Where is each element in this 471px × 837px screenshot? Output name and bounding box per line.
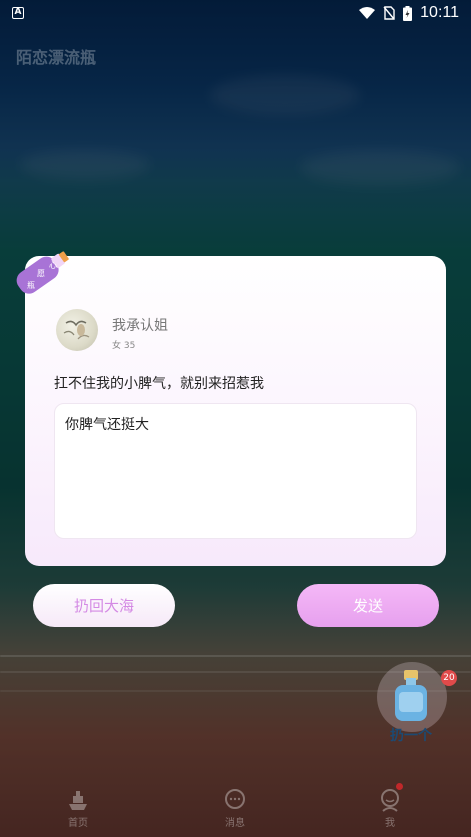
throw-bottle-button[interactable] <box>377 662 447 732</box>
throw-bottle-label: 扔一个 <box>390 728 432 744</box>
bottle-dialog: 我承认姐 女 35 扛不住我的小脾气，就别来招惹我 <box>25 256 446 566</box>
wifi-icon <box>359 7 376 19</box>
bottle-tag-char-3: 瓶 <box>27 280 35 290</box>
throw-back-button[interactable]: 扔回大海 <box>33 584 175 627</box>
sender-gender-age: 女 35 <box>112 341 136 351</box>
send-button[interactable]: 发送 <box>297 584 439 627</box>
app-notification-icon: A <box>12 7 24 19</box>
tab-messages[interactable]: 消息 <box>200 781 270 837</box>
tab-me-label: 我 <box>385 818 395 829</box>
profile-icon <box>381 789 399 812</box>
tab-me[interactable]: 我 <box>355 781 425 837</box>
bottle-tag-char-1: 心 <box>49 261 57 270</box>
avatar[interactable] <box>56 309 98 351</box>
status-bar: A 10:11 <box>0 0 471 26</box>
bottle-message: 扛不住我的小脾气，就别来招惹我 <box>54 376 264 392</box>
tab-bar: 首页 消息 我 <box>0 781 471 837</box>
tab-messages-label: 消息 <box>225 818 245 829</box>
no-sim-icon <box>383 6 395 20</box>
notification-dot <box>396 783 403 790</box>
clock: 10:11 <box>420 4 459 21</box>
battery-charging-icon <box>403 5 413 21</box>
ship-icon <box>69 791 87 810</box>
avatar-image <box>63 320 90 340</box>
bottle-count-badge: 20 <box>441 670 457 686</box>
tab-home-label: 首页 <box>68 818 88 829</box>
tab-home[interactable]: 首页 <box>43 781 113 837</box>
bottle-tag-char-2: 愿 <box>37 269 45 278</box>
wish-bottle-icon: 心 愿 瓶 <box>16 251 69 294</box>
reply-input[interactable] <box>54 403 417 539</box>
bottle-icon <box>395 670 427 721</box>
chat-bubble-icon <box>225 789 245 809</box>
sender-name: 我承认姐 <box>112 318 168 334</box>
app-title: 陌恋漂流瓶 <box>16 48 97 67</box>
